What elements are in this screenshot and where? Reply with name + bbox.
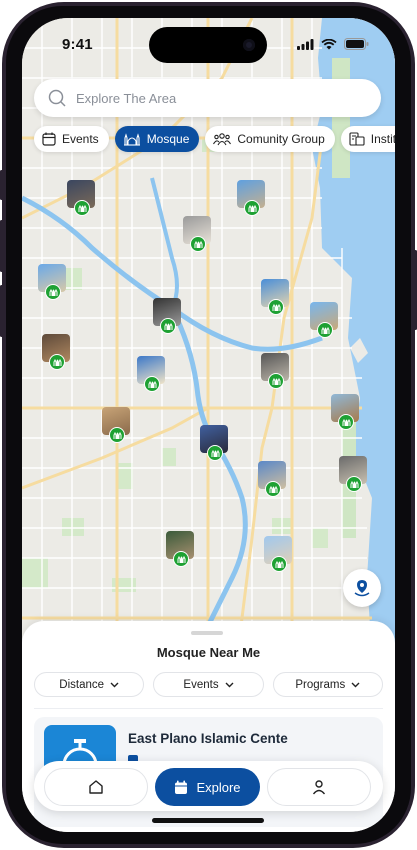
filter-distance[interactable]: Distance: [34, 672, 145, 697]
mosque-badge-icon: [207, 445, 223, 461]
chip-label: Mosque: [146, 132, 190, 146]
screen: 9:41 Events Mosque Comunity Group Instit…: [22, 18, 395, 832]
mosque-badge-icon: [173, 551, 189, 567]
signal-icon: [297, 38, 314, 50]
institution-icon: [349, 132, 365, 146]
filter-label: Distance: [59, 678, 105, 691]
mosque-pin[interactable]: [67, 180, 95, 220]
mosque-pin[interactable]: [183, 216, 211, 256]
chip-institution[interactable]: Institution: [340, 126, 395, 152]
mosque-pin[interactable]: [137, 356, 165, 396]
chip-events[interactable]: Events: [34, 126, 109, 152]
category-chips: Events Mosque Comunity Group Institution: [34, 126, 395, 152]
status-time: 9:41: [62, 36, 93, 53]
chevron-down-icon: [225, 682, 234, 687]
mosque-badge-icon: [45, 284, 61, 300]
chip-label: Events: [62, 132, 99, 146]
filter-programs[interactable]: Programs: [272, 672, 383, 697]
mosque-badge-icon: [74, 200, 90, 216]
mosque-pin[interactable]: [153, 298, 181, 338]
mosque-badge-icon: [346, 476, 362, 492]
mosque-icon: [123, 133, 140, 146]
mosque-pin[interactable]: [261, 353, 289, 393]
chevron-down-icon: [110, 682, 119, 687]
mosque-pin[interactable]: [42, 334, 70, 374]
chevron-down-icon: [351, 682, 360, 687]
calendar-icon: [175, 780, 188, 794]
mosque-badge-icon: [265, 481, 281, 497]
mosque-card-title: East Plano Islamic Cente: [128, 731, 288, 746]
mosque-badge-icon: [317, 322, 333, 338]
mosque-badge-icon: [268, 299, 284, 315]
mosque-badge-icon: [49, 354, 65, 370]
mosque-pin[interactable]: [200, 425, 228, 465]
mosque-pin[interactable]: [331, 394, 359, 434]
mosque-pin[interactable]: [310, 302, 338, 342]
mosque-badge-icon: [144, 376, 160, 392]
status-bar: 9:41: [22, 18, 395, 70]
mute-switch: [0, 170, 3, 200]
nav-home-button[interactable]: [44, 768, 148, 806]
volume-up-button: [0, 220, 3, 272]
calendar-icon: [42, 132, 56, 146]
camera-icon: [243, 39, 255, 51]
search-bar[interactable]: [34, 79, 381, 117]
home-indicator: [152, 818, 264, 823]
location-pin-icon: [354, 580, 370, 597]
mosque-badge-icon: [271, 556, 287, 572]
chip-label: Institution: [370, 132, 395, 146]
mosque-badge-icon: [338, 414, 354, 430]
my-location-button[interactable]: [343, 569, 381, 607]
battery-icon: [344, 38, 369, 50]
wifi-icon: [321, 38, 337, 49]
nav-explore-button[interactable]: Explore: [155, 768, 260, 806]
mosque-badge-icon: [244, 200, 260, 216]
mosque-pin[interactable]: [166, 531, 194, 571]
volume-down-button: [0, 285, 3, 337]
mosque-pin[interactable]: [258, 461, 286, 501]
mosque-pin[interactable]: [261, 279, 289, 319]
mosque-badge-icon: [160, 318, 176, 334]
filter-row: Distance Events Programs: [34, 672, 383, 697]
mosque-pin[interactable]: [264, 536, 292, 576]
chip-label: Comunity Group: [237, 132, 325, 146]
sheet-title: Mosque Near Me: [156, 645, 261, 660]
nav-profile-button[interactable]: [267, 768, 371, 806]
mosque-badge-icon: [268, 373, 284, 389]
mosque-pin[interactable]: [237, 180, 265, 220]
dynamic-island: [149, 27, 267, 63]
bottom-nav: Explore: [34, 761, 383, 811]
mosque-pin[interactable]: [38, 264, 66, 304]
people-icon: [213, 133, 232, 146]
chip-mosque[interactable]: Mosque: [114, 126, 200, 152]
filter-label: Events: [183, 678, 219, 691]
divider: [34, 708, 383, 709]
search-icon: [48, 89, 66, 107]
home-icon: [89, 780, 103, 794]
mosque-badge-icon: [109, 427, 125, 443]
profile-icon: [312, 780, 326, 795]
chip-community-group[interactable]: Comunity Group: [205, 126, 335, 152]
mosque-pin[interactable]: [339, 456, 367, 496]
sheet-handle[interactable]: [191, 631, 223, 635]
mosque-badge-icon: [190, 236, 206, 252]
mosque-pin[interactable]: [102, 407, 130, 447]
filter-events[interactable]: Events: [153, 672, 264, 697]
status-icons: [297, 38, 369, 50]
search-input[interactable]: [74, 89, 354, 107]
nav-explore-label: Explore: [196, 779, 241, 795]
filter-label: Programs: [295, 678, 346, 691]
